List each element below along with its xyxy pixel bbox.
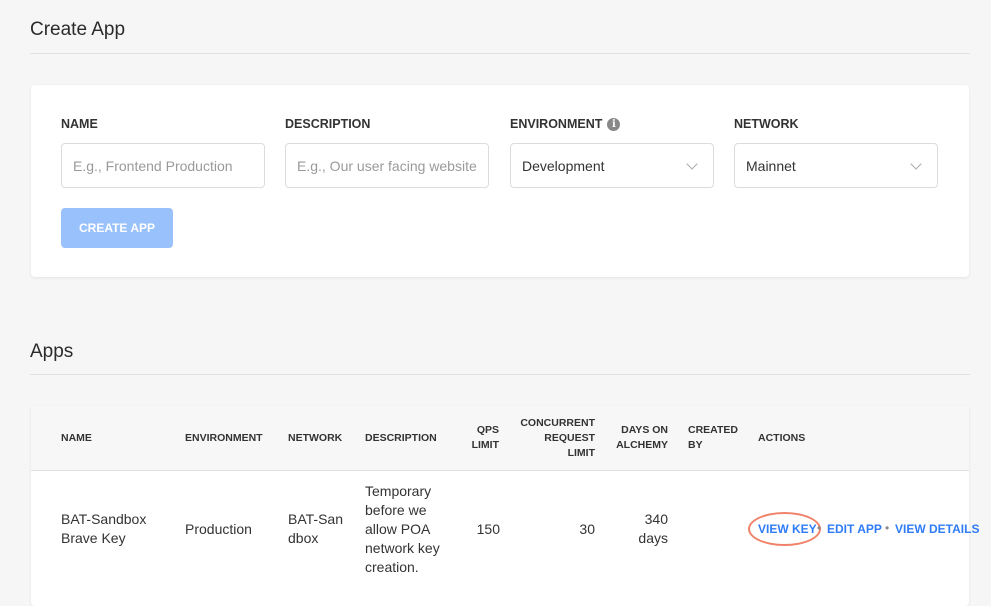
edit-app-link[interactable]: EDIT APP	[827, 522, 882, 536]
name-placeholder: E.g., Frontend Production	[73, 157, 233, 174]
col-description: DESCRIPTION	[365, 432, 437, 444]
col-name: NAME	[61, 432, 92, 444]
network-label: NETWORK	[734, 117, 799, 131]
app-concurrent: 30	[579, 521, 595, 537]
app-days: 340 days	[638, 511, 668, 546]
description-placeholder: E.g., Our user facing website	[297, 157, 477, 174]
info-icon[interactable]: i	[607, 118, 621, 131]
environment-label: ENVIRONMENT i	[510, 117, 621, 131]
apps-title: Apps	[30, 341, 74, 362]
app-name: BAT-Sandbox Brave Key	[61, 511, 147, 546]
network-select[interactable]: Mainnet	[734, 143, 938, 188]
app-environment: Production	[185, 521, 252, 537]
col-days: DAYS ON ALCHEMY	[616, 424, 668, 451]
divider	[30, 53, 970, 54]
separator: •	[817, 521, 822, 535]
app-network: BAT-Sandbox	[288, 510, 350, 548]
description-label: DESCRIPTION	[285, 117, 371, 131]
app-qps: 150	[476, 521, 500, 537]
environment-select[interactable]: Development	[510, 143, 714, 188]
create-app-title: Create App	[30, 19, 126, 40]
environment-label-text: ENVIRONMENT	[510, 117, 603, 131]
col-created-by: CREATED BY	[688, 424, 738, 451]
view-details-link[interactable]: VIEW DETAILS	[895, 522, 979, 536]
description-input[interactable]: E.g., Our user facing website	[285, 143, 489, 188]
environment-value: Development	[522, 157, 605, 174]
app-description: Temporary before we allow POA network ke…	[365, 483, 440, 575]
col-concurrent: CONCURRENT REQUEST LIMIT	[520, 417, 595, 459]
network-value: Mainnet	[746, 157, 796, 174]
chevron-down-icon	[910, 157, 922, 170]
col-environment: ENVIRONMENT	[185, 432, 263, 444]
view-key-link[interactable]: VIEW KEY	[758, 522, 817, 536]
divider	[30, 374, 970, 375]
separator: •	[885, 521, 890, 535]
name-label: NAME	[61, 117, 98, 131]
col-network: NETWORK	[288, 432, 343, 444]
create-app-button[interactable]: CREATE APP	[61, 208, 173, 248]
name-input[interactable]: E.g., Frontend Production	[61, 143, 265, 188]
table-header	[31, 406, 969, 471]
apps-table	[31, 406, 969, 606]
col-qps: QPS LIMIT	[471, 424, 499, 451]
app-network-text: BAT-Sandbox	[288, 511, 343, 546]
chevron-down-icon	[686, 157, 698, 170]
col-actions: ACTIONS	[758, 432, 806, 444]
